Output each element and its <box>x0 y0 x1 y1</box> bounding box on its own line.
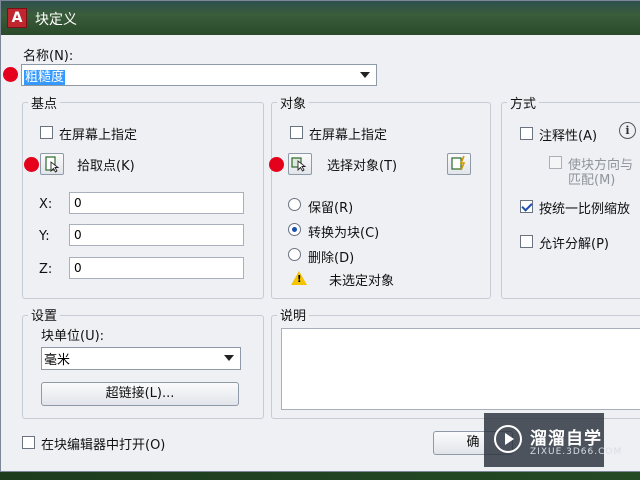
delete-radio[interactable] <box>288 248 301 261</box>
watermark: 溜溜自学 ZIXUE.3D66.COM <box>484 413 621 467</box>
red-marker-dot <box>24 157 39 172</box>
y-label: Y: <box>39 229 50 244</box>
watermark-brand: 溜溜自学 <box>530 429 602 449</box>
base-point-title: 基点 <box>28 93 61 112</box>
retain-label: 保留(R) <box>308 201 354 216</box>
hyperlink-button[interactable]: 超链接(L)... <box>41 382 239 406</box>
delete-label: 删除(D) <box>308 251 355 266</box>
match-orientation-checkbox[interactable] <box>549 156 562 169</box>
warning-text: 未选定对象 <box>329 274 395 289</box>
chevron-down-icon[interactable] <box>224 355 234 361</box>
name-combobox[interactable]: 粗糙度 <box>21 64 377 86</box>
open-in-editor-checkbox[interactable] <box>22 436 35 449</box>
z-input[interactable]: 0 <box>69 257 244 279</box>
red-marker-dot <box>3 67 18 82</box>
select-objects-label: 选择对象(T) <box>327 159 398 174</box>
quick-select-button[interactable] <box>447 153 471 175</box>
objects-specify-on-screen-checkbox[interactable] <box>290 126 303 139</box>
watermark-url: ZIXUE.3D66.COM <box>530 447 623 457</box>
block-unit-label: 块单位(U): <box>41 329 105 344</box>
play-logo-icon <box>494 425 522 453</box>
base-specify-on-screen-checkbox[interactable] <box>40 126 53 139</box>
y-input[interactable]: 0 <box>69 224 244 246</box>
objects-title: 对象 <box>277 93 310 112</box>
settings-title: 设置 <box>28 305 61 324</box>
annotative-label: 注释性(A) <box>539 129 598 144</box>
block-definition-dialog: A 块定义 名称(N): 粗糙度 基点 在屏幕上指定 拾取点(K) X: 0 Y… <box>0 0 640 472</box>
behavior-title: 方式 <box>507 93 540 112</box>
x-input[interactable]: 0 <box>69 192 244 214</box>
block-unit-value: 毫米 <box>44 353 71 368</box>
description-title: 说明 <box>277 305 310 324</box>
name-label: 名称(N): <box>23 49 74 64</box>
pick-point-button[interactable] <box>40 153 64 175</box>
allow-explode-checkbox[interactable] <box>520 235 533 248</box>
x-label: X: <box>39 197 53 212</box>
block-unit-combobox[interactable]: 毫米 <box>41 347 241 370</box>
title-bar[interactable]: A 块定义 <box>1 1 640 35</box>
chevron-down-icon[interactable] <box>360 72 370 78</box>
convert-to-block-radio[interactable] <box>288 223 301 236</box>
convert-to-block-label: 转换为块(C) <box>308 226 380 241</box>
retain-radio[interactable] <box>288 198 301 211</box>
warning-icon: ! <box>291 271 307 285</box>
pick-point-icon <box>45 156 60 173</box>
z-label: Z: <box>39 262 53 277</box>
base-specify-on-screen-label: 在屏幕上指定 <box>59 128 138 143</box>
pick-point-label: 拾取点(K) <box>77 159 135 174</box>
description-textarea[interactable] <box>281 328 640 410</box>
scale-uniformly-checkbox[interactable] <box>520 200 533 213</box>
allow-explode-label: 允许分解(P) <box>539 237 609 252</box>
open-in-editor-label: 在块编辑器中打开(O) <box>41 438 166 453</box>
info-icon[interactable]: i <box>619 122 636 139</box>
select-objects-icon <box>291 157 307 172</box>
objects-specify-on-screen-label: 在屏幕上指定 <box>309 128 388 143</box>
window-title: 块定义 <box>35 12 77 28</box>
autocad-app-icon: A <box>7 8 27 28</box>
quick-select-icon <box>451 155 466 171</box>
annotative-checkbox[interactable] <box>520 127 533 140</box>
select-objects-button[interactable] <box>288 153 312 175</box>
red-marker-dot <box>269 157 284 172</box>
name-value: 粗糙度 <box>24 70 66 85</box>
match-orientation-label-2: 匹配(M) <box>568 173 616 188</box>
scale-uniformly-label: 按统一比例缩放 <box>539 202 631 217</box>
